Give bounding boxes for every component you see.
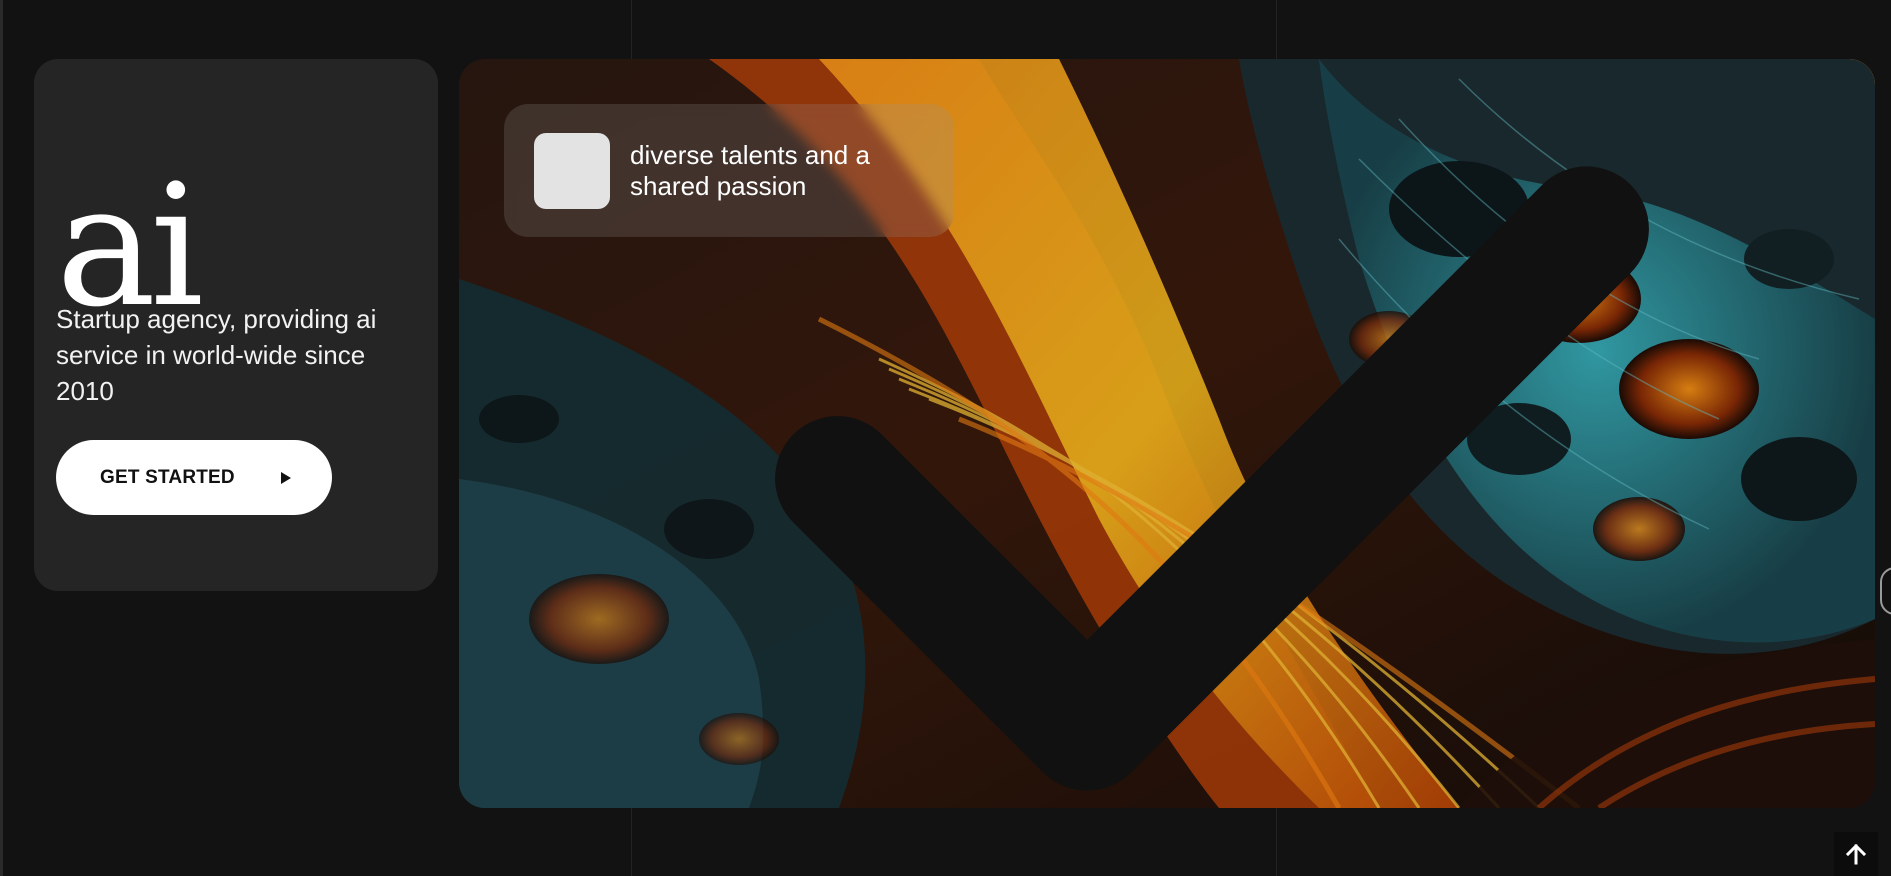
feature-badge: diverse talents and a shared passion bbox=[504, 104, 1649, 791]
brand-logo: ai bbox=[56, 148, 204, 344]
arrow-up-icon bbox=[1845, 843, 1867, 865]
intro-card: ai Startup agency, providing ai service … bbox=[34, 59, 438, 591]
play-icon bbox=[280, 471, 291, 484]
tagline: Startup agency, providing ai service in … bbox=[56, 304, 377, 406]
page: ai Startup agency, providing ai service … bbox=[0, 0, 1891, 876]
window-edge bbox=[0, 0, 3, 876]
check-glyph bbox=[775, 166, 1649, 791]
get-started-label: GET STARTED bbox=[100, 466, 235, 488]
check-icon bbox=[534, 132, 1649, 791]
scroll-to-top-button[interactable] bbox=[1834, 832, 1878, 876]
get-started-button[interactable]: GET STARTED bbox=[56, 440, 332, 515]
hero-image: diverse talents and a shared passion bbox=[459, 59, 1875, 808]
carousel-handle[interactable] bbox=[1880, 567, 1891, 615]
